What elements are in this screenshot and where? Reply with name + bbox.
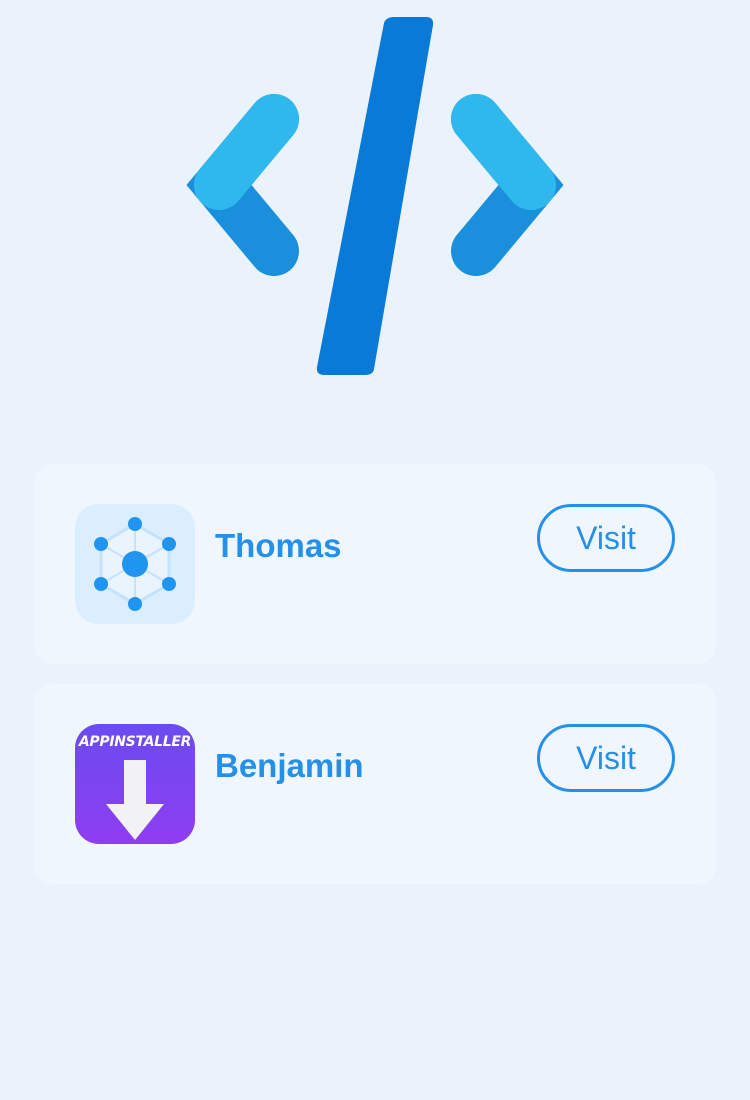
visit-button[interactable]: Visit <box>537 724 675 792</box>
appinstaller-icon: APPINSTALLER <box>75 724 195 844</box>
app-name: Thomas <box>215 527 342 564</box>
app-name: Benjamin <box>215 747 364 784</box>
hexagon-network-icon <box>75 504 195 624</box>
code-brackets-icon <box>186 17 564 375</box>
visit-button[interactable]: Visit <box>537 504 675 572</box>
app-card: Thomas Visit <box>34 464 716 664</box>
app-card: APPINSTALLER Benjamin Visit <box>34 684 716 884</box>
